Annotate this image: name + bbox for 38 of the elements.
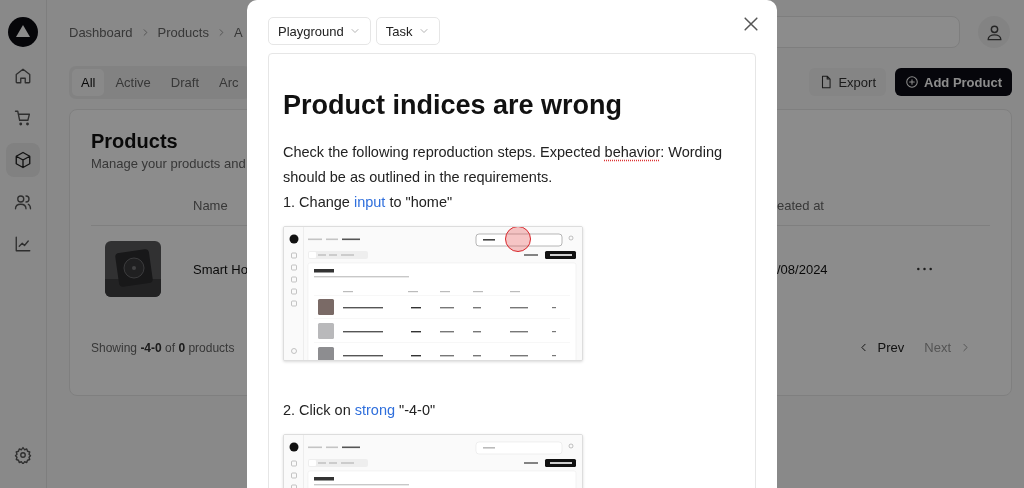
user-icon bbox=[984, 22, 1004, 42]
step-text: 2. Click on strong "-4-0" bbox=[283, 401, 437, 420]
breadcrumb-item[interactable]: Dashboard bbox=[69, 24, 133, 40]
file-icon bbox=[819, 75, 834, 89]
step-text: 1. Change input to "home" bbox=[283, 193, 454, 212]
export-button[interactable]: Export bbox=[809, 68, 886, 96]
tab[interactable]: All bbox=[72, 68, 105, 96]
logo-icon bbox=[8, 17, 38, 47]
nav-button[interactable] bbox=[6, 143, 40, 177]
chart-icon bbox=[14, 235, 32, 253]
link[interactable]: strong bbox=[354, 402, 396, 418]
link[interactable]: input bbox=[353, 194, 386, 210]
breadcrumb-item[interactable]: A bbox=[233, 24, 243, 40]
description-text: Check the following reproduction steps. Expected behavior: Wording should be as outlined in the requirements. bbox=[283, 143, 724, 187]
column-header: Name bbox=[193, 197, 228, 213]
tab[interactable]: Active bbox=[106, 68, 160, 96]
table-cell: Smart Ho bbox=[193, 261, 248, 277]
breadcrumb-item[interactable]: Products bbox=[157, 24, 209, 40]
home-icon bbox=[14, 67, 32, 85]
card-title: Products bbox=[91, 129, 178, 153]
card-subtitle: Manage your products and bbox=[91, 156, 246, 171]
dropdown[interactable]: Playground bbox=[268, 17, 371, 45]
column-header: eated at bbox=[777, 197, 824, 213]
settings-icon bbox=[14, 446, 32, 464]
pagination-button[interactable]: Prev bbox=[850, 336, 911, 359]
issue-title: Product indices are wrong bbox=[283, 89, 624, 122]
dropdown[interactable]: Task bbox=[375, 17, 440, 45]
table-cell: /08/2024 bbox=[777, 261, 828, 277]
add-product-button[interactable]: Add Product bbox=[895, 68, 1012, 96]
users-icon bbox=[14, 193, 32, 211]
user-button[interactable] bbox=[978, 16, 1010, 48]
cart-icon bbox=[14, 109, 32, 127]
results-summary: Showing -4-0 of 0 products bbox=[91, 340, 235, 355]
tab[interactable]: Arc bbox=[210, 68, 248, 96]
plus-circle-icon bbox=[905, 75, 919, 89]
more-icon bbox=[917, 267, 932, 271]
cube-icon bbox=[14, 151, 32, 169]
tab[interactable]: Draft bbox=[161, 68, 209, 96]
